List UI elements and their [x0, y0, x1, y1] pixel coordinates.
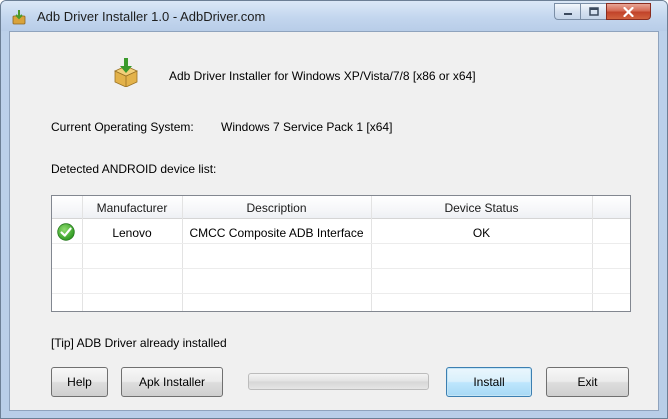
column-header-device-status[interactable]: Device Status [371, 201, 592, 215]
column-header-description[interactable]: Description [182, 201, 371, 215]
os-label: Current Operating System: [51, 120, 194, 134]
tip-text: [Tip] ADB Driver already installed [51, 336, 227, 350]
maximize-button[interactable] [580, 3, 606, 20]
minimize-button[interactable] [554, 3, 580, 20]
minimize-icon [563, 12, 572, 15]
exit-button[interactable]: Exit [546, 367, 629, 397]
cell-description: CMCC Composite ADB Interface [189, 226, 364, 240]
window-title: Adb Driver Installer 1.0 - AdbDriver.com [37, 9, 266, 24]
column-header-manufacturer[interactable]: Manufacturer [82, 201, 182, 215]
app-title-icon [12, 10, 26, 25]
cell-device-status: OK [472, 226, 491, 240]
close-button[interactable] [606, 3, 651, 20]
title-bar[interactable]: Adb Driver Installer 1.0 - AdbDriver.com [1, 1, 667, 31]
close-icon [623, 6, 634, 17]
maximize-icon [588, 7, 599, 16]
device-list-table[interactable]: Manufacturer Description Device Status L… [51, 195, 631, 312]
install-button[interactable]: Install [446, 367, 532, 397]
row-divider [52, 293, 630, 294]
check-ok-icon [57, 223, 75, 241]
dialog-client-area: Adb Driver Installer for Windows XP/Vist… [9, 31, 659, 411]
install-progress-bar [248, 373, 429, 390]
device-list-label: Detected ANDROID device list: [51, 162, 217, 176]
app-window: Adb Driver Installer 1.0 - AdbDriver.com [0, 0, 668, 419]
header-text: Adb Driver Installer for Windows XP/Vist… [169, 69, 476, 83]
help-button[interactable]: Help [51, 367, 108, 397]
row-divider [52, 243, 630, 244]
os-value: Windows 7 Service Pack 1 [x64] [221, 120, 393, 134]
install-package-icon [114, 58, 138, 87]
cell-manufacturer: Lenovo [112, 226, 152, 240]
row-divider [52, 268, 630, 269]
apk-installer-button[interactable]: Apk Installer [121, 367, 223, 397]
